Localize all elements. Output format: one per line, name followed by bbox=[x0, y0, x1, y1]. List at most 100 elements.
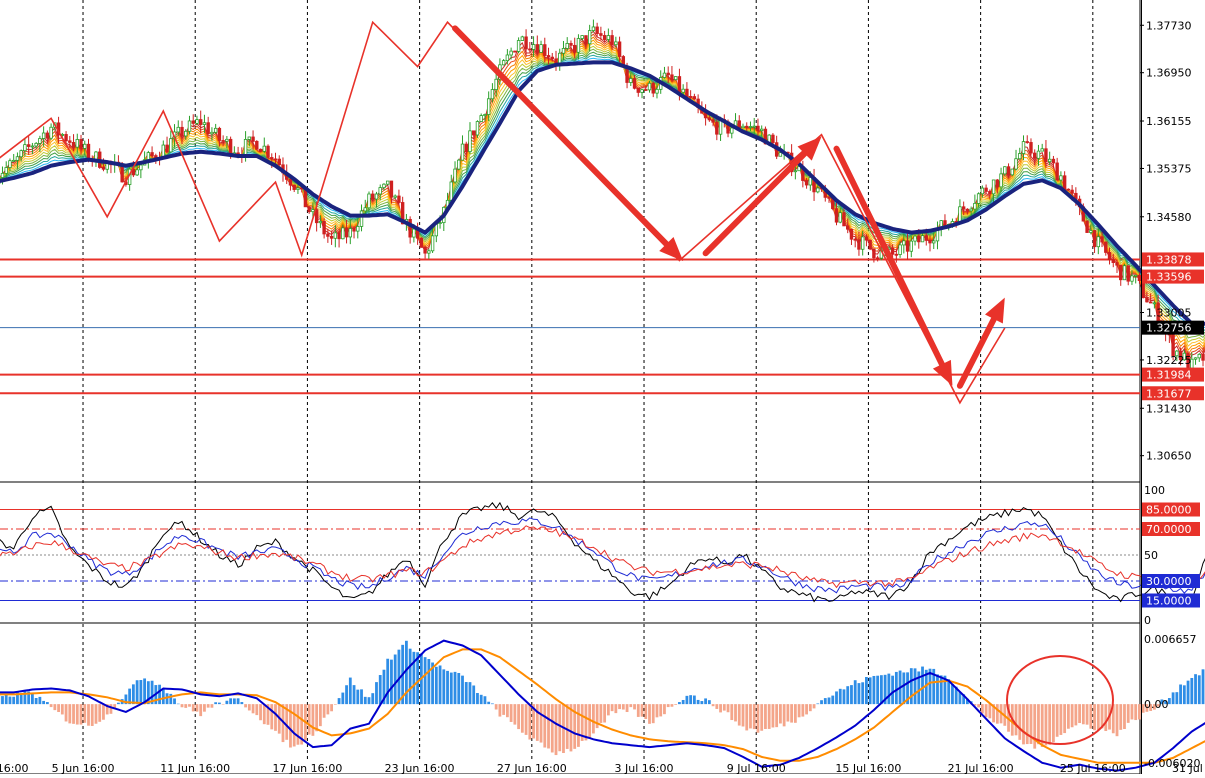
macd-histogram-bar bbox=[757, 704, 760, 733]
candle-body bbox=[72, 142, 75, 147]
price-tick-label: 1.36950 bbox=[1146, 67, 1192, 80]
candle-body bbox=[476, 122, 479, 135]
candle-body bbox=[24, 145, 27, 151]
candle-body bbox=[615, 42, 618, 45]
candle-body bbox=[708, 118, 711, 120]
macd-histogram-bar bbox=[1074, 704, 1077, 725]
candle-body bbox=[487, 99, 490, 115]
macd-histogram-bar bbox=[1018, 704, 1021, 740]
candle-body bbox=[424, 247, 427, 253]
macd-histogram-bar bbox=[1060, 704, 1063, 735]
forex-chart[interactable]: 1.377301.369501.361551.353751.345801.330… bbox=[0, 0, 1205, 774]
macd-histogram-bar bbox=[20, 695, 23, 704]
candle-body bbox=[1134, 275, 1137, 276]
macd-histogram-bar bbox=[824, 698, 827, 704]
candle-body bbox=[592, 27, 595, 31]
candle-body bbox=[671, 75, 674, 80]
macd-histogram-bar bbox=[528, 704, 531, 739]
candle-body bbox=[521, 37, 524, 41]
candle-body bbox=[1202, 354, 1205, 360]
candle-body bbox=[356, 226, 359, 231]
candle-body bbox=[20, 151, 23, 157]
macd-histogram-bar bbox=[727, 704, 730, 712]
candle-body bbox=[932, 241, 935, 243]
candle-body bbox=[506, 55, 509, 61]
candle-body bbox=[140, 165, 143, 170]
macd-histogram-bar bbox=[95, 704, 98, 724]
candle-body bbox=[985, 188, 988, 191]
candle-body bbox=[742, 126, 745, 127]
candle-body bbox=[42, 133, 45, 138]
macd-histogram-bar bbox=[712, 704, 715, 706]
macd-histogram-bar bbox=[887, 674, 890, 705]
macd-histogram-bar bbox=[592, 704, 595, 733]
candle-body bbox=[996, 180, 999, 187]
candle-body bbox=[1119, 265, 1122, 280]
macd-histogram-bar bbox=[341, 693, 344, 705]
stochastic-tick-label: 0 bbox=[1144, 614, 1151, 627]
candle-body bbox=[65, 134, 68, 140]
macd-histogram-bar bbox=[1123, 704, 1126, 729]
macd-histogram-bar bbox=[229, 698, 232, 704]
macd-histogram-bar bbox=[981, 704, 984, 713]
macd-histogram-bar bbox=[472, 685, 475, 704]
macd-histogram-bar bbox=[222, 704, 225, 705]
candle-body bbox=[1018, 154, 1021, 159]
price-tick-label: 1.37730 bbox=[1146, 19, 1192, 32]
candle-body bbox=[1104, 242, 1107, 252]
macd-histogram-bar bbox=[1015, 704, 1018, 735]
macd-histogram-bar bbox=[1187, 681, 1190, 704]
candle-body bbox=[648, 83, 651, 90]
candle-body bbox=[1149, 302, 1152, 303]
macd-histogram-bar bbox=[252, 704, 255, 713]
candle-body bbox=[992, 180, 995, 194]
candle-body bbox=[383, 184, 386, 187]
macd-histogram-bar bbox=[820, 700, 823, 704]
macd-histogram-bar bbox=[629, 704, 632, 707]
price-tick-label: 1.34580 bbox=[1146, 211, 1192, 224]
macd-histogram-bar bbox=[9, 697, 12, 705]
macd-histogram-bar bbox=[409, 649, 412, 704]
macd-histogram-bar bbox=[521, 704, 524, 733]
candle-body bbox=[925, 236, 928, 241]
candle-body bbox=[394, 196, 397, 197]
macd-histogram-bar bbox=[1022, 704, 1025, 744]
macd-histogram-bar bbox=[12, 697, 15, 704]
macd-histogram-bar bbox=[375, 682, 378, 704]
price-tick-label: 1.33005 bbox=[1146, 307, 1192, 320]
candle-body bbox=[244, 139, 247, 155]
macd-histogram-bar bbox=[259, 704, 262, 720]
candle-body bbox=[1198, 354, 1201, 357]
macd-histogram-bar bbox=[708, 700, 711, 704]
candle-body bbox=[633, 78, 636, 88]
macd-histogram-bar bbox=[386, 659, 389, 704]
candle-body bbox=[495, 79, 498, 89]
candle-body bbox=[379, 188, 382, 194]
candle-body bbox=[218, 128, 221, 140]
macd-histogram-bar bbox=[173, 698, 176, 704]
candle-body bbox=[345, 228, 348, 237]
macd-histogram-bar bbox=[749, 704, 752, 728]
candle-body bbox=[869, 240, 872, 249]
macd-histogram-bar bbox=[57, 704, 60, 712]
macd-histogram-bar bbox=[854, 680, 857, 704]
macd-histogram-bar bbox=[158, 685, 161, 704]
macd-histogram-bar bbox=[585, 704, 588, 740]
candle-body bbox=[1071, 190, 1074, 193]
macd-histogram-bar bbox=[850, 685, 853, 704]
candle-body bbox=[274, 159, 277, 160]
macd-histogram-bar bbox=[326, 704, 329, 714]
candle-body bbox=[667, 73, 670, 75]
macd-histogram-bar bbox=[940, 675, 943, 704]
macd-histogram-bar bbox=[513, 704, 516, 724]
candle-body bbox=[570, 43, 573, 45]
macd-histogram-bar bbox=[1045, 704, 1048, 745]
candle-body bbox=[1063, 176, 1066, 189]
candle-body bbox=[555, 59, 558, 63]
candle-body bbox=[551, 57, 554, 59]
candle-body bbox=[484, 114, 487, 115]
chart-canvas[interactable]: 1.377301.369501.361551.353751.345801.330… bbox=[0, 0, 1205, 774]
macd-histogram-bar bbox=[371, 693, 374, 704]
candle-body bbox=[678, 77, 681, 93]
candle-body bbox=[5, 168, 8, 174]
